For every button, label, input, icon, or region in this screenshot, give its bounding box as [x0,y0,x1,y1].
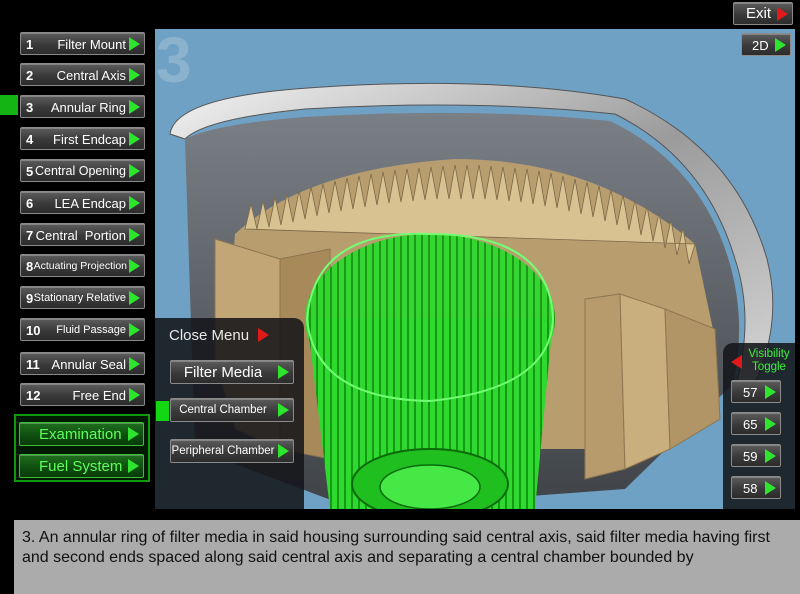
play-arrow-icon [129,36,140,51]
menu-item-filter-mount[interactable]: 1 Filter Mount [20,32,145,55]
visibility-toggle-label: Visibility Toggle [748,348,790,373]
play-arrow-icon [278,444,289,458]
exit-label: Exit [746,5,772,22]
close-arrow-icon[interactable] [258,328,269,342]
menu-item-central-axis[interactable]: 2 Central Axis [20,63,145,86]
play-arrow-icon [129,99,140,114]
play-arrow-icon [129,322,140,337]
menu-item-number: 9 [26,291,34,306]
claim-description: 3. An annular ring of filter media in sa… [14,520,800,594]
examination-label: Examination [39,426,122,443]
menu-item-number: 2 [26,68,34,83]
menu-item-label: Annular Seal [51,357,126,372]
exit-arrow-icon [777,6,788,21]
central-chamber-highlight [305,232,555,509]
menu-item-fluid-passage[interactable]: 10 Fluid Passage [20,318,145,341]
visibility-item-label: 65 [743,417,758,432]
view-2d-button[interactable]: 2D [741,33,791,56]
menu-item-label: Fluid Passage [56,324,126,336]
menu-item-label: Central Opening [34,164,126,178]
visibility-item-label: 58 [743,481,758,496]
menu-item-number: 10 [26,323,41,338]
visibility-item-label: 57 [743,385,758,400]
visibility-item-label: 59 [743,449,758,464]
menu-item-number: 5 [26,164,34,179]
menu-item-central-portion[interactable]: 7 Central Portion [20,223,145,246]
menu-item-label: Central Axis [56,68,126,83]
menu-item-stationary-relative[interactable]: 9 Stationary Relative [20,286,145,309]
menu-item-annular-seal[interactable]: 11 Annular Seal [20,352,145,375]
menu-item-number: 4 [26,132,34,147]
play-arrow-icon [128,459,139,473]
step-number-watermark: 3 [156,29,192,96]
play-arrow-icon [129,227,140,242]
active-step-indicator [0,95,18,115]
menu-item-number: 8 [26,259,34,274]
menu-item-annular-ring[interactable]: 3 Annular Ring [20,95,145,118]
play-arrow-icon [278,365,289,379]
menu-item-number: 3 [26,100,34,115]
submenu-item-label: Filter Media [183,364,263,381]
play-arrow-icon [765,384,776,399]
menu-item-label: Stationary Relative [33,292,126,304]
play-arrow-icon [129,131,140,146]
menu-item-actuating-projection[interactable]: 8 Actuating Projection [20,254,145,277]
menu-item-label: Central Portion [35,228,126,243]
menu-item-label: Actuating Projection [33,260,127,272]
menu-item-label: Annular Ring [50,100,126,115]
play-arrow-icon [278,403,289,417]
visibility-item-65[interactable]: 65 [731,412,781,435]
submenu-active-indicator [156,401,169,421]
play-arrow-icon [129,387,140,402]
exit-button[interactable]: Exit [733,2,793,25]
view-2d-label: 2D [752,38,769,53]
play-arrow-icon [765,480,776,495]
play-arrow-icon [129,290,140,305]
submenu-item-filter-media[interactable]: Filter Media [170,360,294,384]
visibility-item-59[interactable]: 59 [731,444,781,467]
menu-item-label: Free End [72,388,126,403]
menu-item-number: 1 [26,37,34,52]
play-arrow-icon [129,356,140,371]
play-arrow-icon [765,416,776,431]
menu-item-number: 11 [26,357,40,372]
visibility-item-57[interactable]: 57 [731,380,781,403]
fuel-system-button[interactable]: Fuel System [19,454,144,478]
close-menu-button[interactable]: Close Menu [169,327,249,344]
menu-item-label: First Endcap [53,132,126,147]
menu-item-free-end[interactable]: 12 Free End [20,383,145,406]
play-arrow-icon [129,163,140,178]
menu-item-lea-endcap[interactable]: 6 LEA Endcap [20,191,145,214]
menu-item-number: 6 [26,196,34,211]
menu-item-first-endcap[interactable]: 4 First Endcap [20,127,145,150]
play-arrow-icon [129,195,140,210]
submenu-item-label: Central Chamber [179,404,267,416]
visibility-collapse-icon[interactable] [731,355,742,369]
examination-button[interactable]: Examination [19,422,144,446]
submenu-item-peripheral-chamber[interactable]: Peripheral Chamber [170,439,294,463]
fuel-system-label: Fuel System [39,458,123,475]
menu-item-number: 7 [26,228,34,243]
submenu-item-central-chamber[interactable]: Central Chamber [170,398,294,422]
menu-item-label: LEA Endcap [54,196,126,211]
menu-item-central-opening[interactable]: 5 Central Opening [20,159,145,182]
play-arrow-icon [775,37,786,52]
visibility-item-58[interactable]: 58 [731,476,781,499]
play-arrow-icon [129,67,140,82]
play-arrow-icon [129,258,140,273]
menu-item-number: 12 [26,388,41,403]
play-arrow-icon [128,427,139,441]
submenu-item-label: Peripheral Chamber [171,445,275,457]
menu-item-label: Filter Mount [57,37,126,52]
play-arrow-icon [765,448,776,463]
